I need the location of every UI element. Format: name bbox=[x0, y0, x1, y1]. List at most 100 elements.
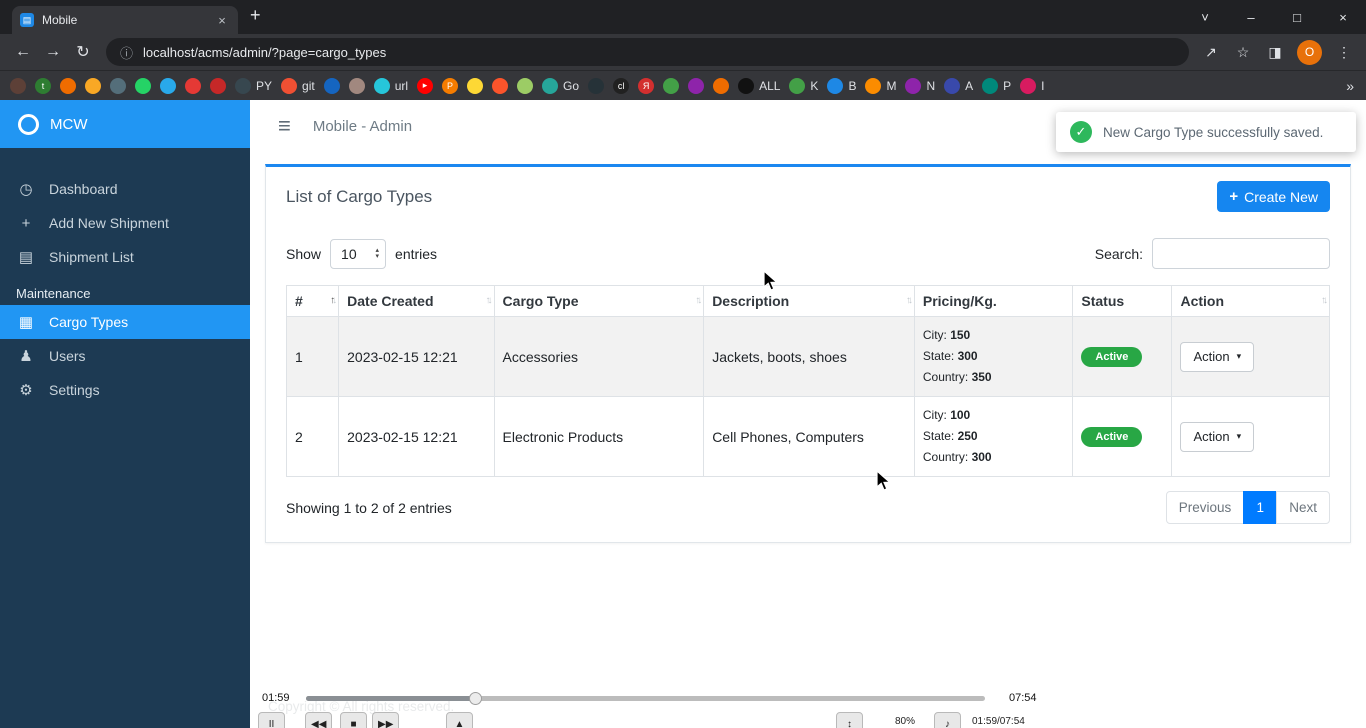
sidebar-item-cargo-types[interactable]: ▦ Cargo Types bbox=[0, 305, 250, 339]
bookmark-item[interactable] bbox=[10, 78, 26, 94]
bookmark-item[interactable] bbox=[349, 78, 365, 94]
bookmark-item[interactable] bbox=[492, 78, 508, 94]
bookmark-favicon-icon bbox=[374, 78, 390, 94]
bookmark-item[interactable] bbox=[324, 78, 340, 94]
cargo-types-card: List of Cargo Types + Create New Show 10… bbox=[265, 164, 1351, 543]
previous-track-button[interactable]: ◀◀ bbox=[305, 712, 332, 728]
price-state: State: 300 bbox=[923, 346, 1065, 367]
player-scrubber[interactable] bbox=[306, 696, 985, 701]
hamburger-icon[interactable]: ≡ bbox=[278, 113, 291, 139]
tab-title: Mobile bbox=[42, 13, 77, 27]
bookmark-item[interactable] bbox=[688, 78, 704, 94]
sidebar-item-shipment-list[interactable]: ▤ Shipment List bbox=[0, 240, 250, 274]
fit-screen-icon[interactable]: ↕ bbox=[836, 712, 863, 728]
bookmark-item[interactable] bbox=[588, 78, 604, 94]
bookmark-item[interactable]: B bbox=[827, 78, 856, 94]
action-dropdown-button[interactable]: Action ▾ bbox=[1180, 342, 1254, 372]
player-scrubber-knob[interactable] bbox=[469, 692, 482, 705]
bookmark-item[interactable]: cl bbox=[613, 78, 629, 94]
eject-button[interactable]: ▲ bbox=[446, 712, 473, 728]
header-description[interactable]: Description↑↓ bbox=[704, 286, 915, 317]
header-pricing[interactable]: Pricing/Kg. bbox=[914, 286, 1073, 317]
bookmark-item[interactable]: Go bbox=[542, 78, 579, 94]
close-button[interactable]: × bbox=[1320, 0, 1366, 34]
bookmark-item[interactable]: Я bbox=[638, 78, 654, 94]
bookmark-item[interactable] bbox=[60, 78, 76, 94]
bookmark-item[interactable]: P bbox=[442, 78, 458, 94]
create-new-label: Create New bbox=[1244, 189, 1318, 205]
bookmark-item[interactable] bbox=[210, 78, 226, 94]
tab-close-icon[interactable]: × bbox=[214, 13, 230, 28]
bookmark-item[interactable] bbox=[517, 78, 533, 94]
bookmark-item[interactable]: ▸ bbox=[417, 78, 433, 94]
plus-icon: + bbox=[1229, 188, 1238, 205]
bookmark-item[interactable] bbox=[135, 78, 151, 94]
bookmark-item[interactable] bbox=[467, 78, 483, 94]
sidebar-item-dashboard[interactable]: ◷ Dashboard bbox=[0, 172, 250, 206]
side-panel-icon[interactable]: ◨ bbox=[1261, 44, 1289, 61]
pause-button[interactable]: II bbox=[258, 712, 285, 728]
bookmark-item[interactable]: t bbox=[35, 78, 51, 94]
bookmark-item[interactable] bbox=[160, 78, 176, 94]
browser-menu-icon[interactable]: ⋮ bbox=[1330, 44, 1358, 61]
previous-page-button[interactable]: Previous bbox=[1166, 491, 1245, 524]
sidebar-item-add-new-shipment[interactable]: + Add New Shipment bbox=[0, 206, 250, 240]
elapsed-time: 01:59 bbox=[262, 692, 290, 704]
action-dropdown-button[interactable]: Action ▾ bbox=[1180, 422, 1254, 452]
bookmark-label: Go bbox=[563, 79, 579, 93]
page-length-select[interactable]: 10 ▴ ▾ bbox=[330, 239, 386, 269]
header-num[interactable]: #↑↓ bbox=[287, 286, 339, 317]
back-icon[interactable]: ← bbox=[8, 43, 38, 61]
forward-icon[interactable]: → bbox=[38, 43, 68, 61]
sidebar-item-users[interactable]: ♟ Users bbox=[0, 339, 250, 373]
maximize-button[interactable]: □ bbox=[1274, 0, 1320, 34]
bookmark-item[interactable] bbox=[110, 78, 126, 94]
bookmark-item[interactable] bbox=[85, 78, 101, 94]
next-track-button[interactable]: ▶▶ bbox=[372, 712, 399, 728]
share-icon[interactable]: ↗ bbox=[1197, 44, 1225, 61]
browser-tab[interactable]: ▤ Mobile × bbox=[12, 6, 238, 34]
minimize-button[interactable]: – bbox=[1228, 0, 1274, 34]
bookmark-item[interactable]: ALL bbox=[738, 78, 780, 94]
bookmark-item[interactable]: M bbox=[865, 78, 896, 94]
header-action[interactable]: Action↑↓ bbox=[1172, 286, 1330, 317]
header-label: Status bbox=[1081, 293, 1124, 309]
bookmark-item[interactable]: A bbox=[944, 78, 973, 94]
next-page-button[interactable]: Next bbox=[1276, 491, 1330, 524]
new-tab-button[interactable]: + bbox=[250, 5, 261, 26]
sidebar-item-settings[interactable]: ⚙ Settings bbox=[0, 373, 250, 407]
bookmark-item[interactable] bbox=[663, 78, 679, 94]
search-input[interactable] bbox=[1152, 238, 1330, 269]
brand[interactable]: MCW bbox=[0, 100, 250, 148]
bookmark-item[interactable] bbox=[185, 78, 201, 94]
profile-avatar[interactable]: O bbox=[1297, 40, 1322, 65]
tab-search-chevron-icon[interactable]: ˅ bbox=[1182, 0, 1228, 34]
create-new-button[interactable]: + Create New bbox=[1217, 181, 1330, 212]
cell-description: Cell Phones, Computers bbox=[704, 397, 915, 477]
bookmarks-overflow-icon[interactable]: » bbox=[1346, 78, 1354, 94]
price-city: City: 100 bbox=[923, 405, 1065, 426]
bookmark-item[interactable]: url bbox=[374, 78, 408, 94]
bookmark-item[interactable]: N bbox=[905, 78, 935, 94]
speaker-icon[interactable]: ♪ bbox=[934, 712, 961, 728]
bookmark-item[interactable]: PY bbox=[235, 78, 272, 94]
header-cargo-type[interactable]: Cargo Type↑↓ bbox=[494, 286, 704, 317]
header-date-created[interactable]: Date Created↑↓ bbox=[339, 286, 494, 317]
bookmark-item[interactable]: I bbox=[1020, 78, 1044, 94]
site-info-icon[interactable]: ⓘ bbox=[120, 43, 133, 62]
header-status[interactable]: Status bbox=[1073, 286, 1172, 317]
page-number-button[interactable]: 1 bbox=[1243, 491, 1277, 524]
address-bar[interactable]: ⓘ localhost/acms/admin/?page=cargo_types bbox=[106, 38, 1189, 66]
bookmark-star-icon[interactable]: ☆ bbox=[1229, 44, 1257, 61]
sort-icon: ↑↓ bbox=[695, 295, 699, 306]
bookmark-item[interactable]: K bbox=[789, 78, 818, 94]
stop-button[interactable]: ■ bbox=[340, 712, 367, 728]
url-text[interactable]: localhost/acms/admin/?page=cargo_types bbox=[143, 45, 386, 60]
refresh-icon[interactable]: ↻ bbox=[68, 42, 98, 62]
bookmark-item[interactable]: P bbox=[982, 78, 1011, 94]
bookmark-favicon-icon bbox=[865, 78, 881, 94]
bookmark-item[interactable]: git bbox=[281, 78, 315, 94]
toast-notification[interactable]: ✓ New Cargo Type successfully saved. bbox=[1056, 112, 1356, 152]
bookmark-item[interactable] bbox=[713, 78, 729, 94]
price-state: State: 250 bbox=[923, 426, 1065, 447]
